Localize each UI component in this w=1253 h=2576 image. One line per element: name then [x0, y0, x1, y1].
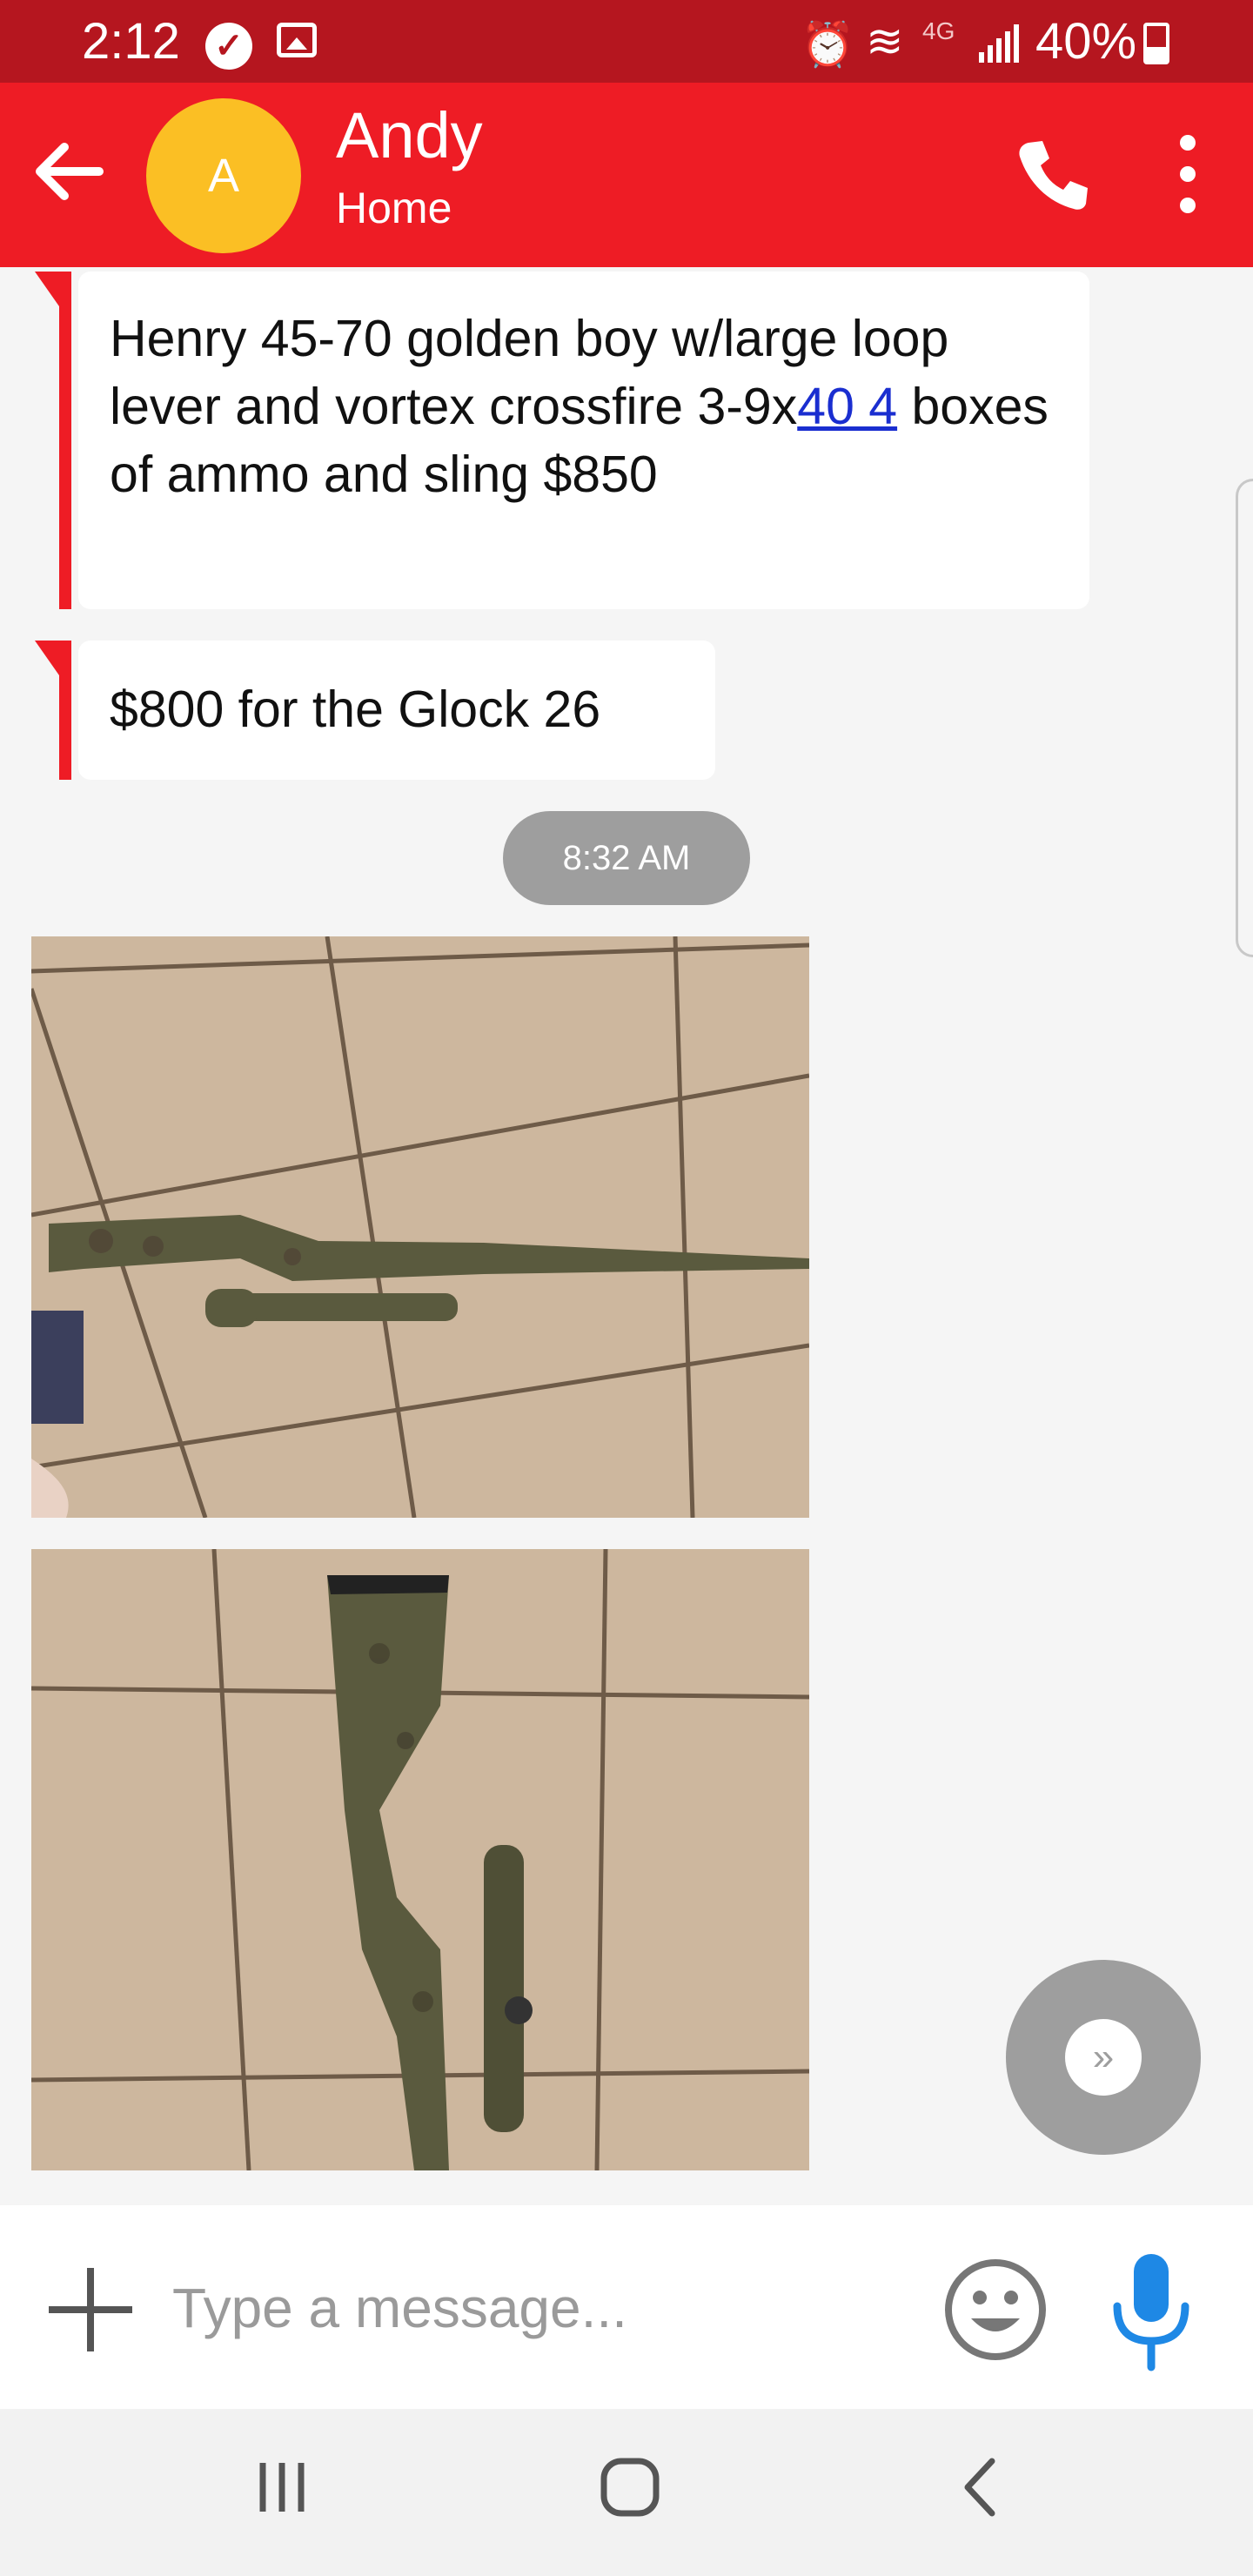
message-bubble-incoming[interactable]: $800 for the Glock 26	[78, 641, 715, 780]
incoming-indicator	[59, 272, 71, 609]
home-icon[interactable]	[578, 2444, 682, 2531]
status-time: 2:12	[82, 13, 180, 70]
message-image-rifle[interactable]	[31, 936, 809, 1518]
timestamp-chip: 8:32 AM	[503, 811, 750, 905]
contact-name[interactable]: Andy	[336, 98, 483, 172]
status-bar: 2:12 ✓ ⏰ ≋ 4G 40%	[0, 0, 1253, 83]
bubble-tail	[35, 641, 59, 675]
message-image-rifle[interactable]	[31, 1549, 809, 2170]
message-bubble-incoming[interactable]: Henry 45-70 golden boy w/large loop leve…	[78, 272, 1089, 609]
emoji-icon[interactable]	[943, 2257, 1048, 2362]
phone-link[interactable]: 40 4	[797, 378, 897, 435]
message-input[interactable]	[171, 2259, 922, 2357]
alarm-icon: ⏰	[801, 20, 855, 69]
more-options-icon[interactable]	[1170, 135, 1205, 222]
conversation-header: A Andy Home	[0, 83, 1253, 267]
bubble-tail	[35, 272, 59, 306]
back-arrow-icon[interactable]	[24, 128, 111, 215]
image-icon	[277, 23, 317, 57]
contact-number-label: Home	[336, 184, 452, 232]
system-navigation-bar	[0, 2409, 1253, 2576]
microphone-icon[interactable]	[1110, 2251, 1192, 2372]
message-text: $800 for the Glock 26	[110, 681, 601, 738]
signal-icon	[979, 24, 1022, 63]
battery-icon	[1143, 23, 1169, 64]
back-icon[interactable]	[929, 2444, 1034, 2531]
plus-icon[interactable]	[49, 2268, 132, 2351]
check-icon: ✓	[205, 23, 252, 70]
recent-apps-icon[interactable]	[230, 2444, 334, 2531]
wifi-icon: ≋	[866, 17, 904, 67]
contact-avatar[interactable]: A	[146, 98, 301, 253]
phone-icon[interactable]	[1009, 131, 1096, 218]
message-composer	[0, 2205, 1253, 2409]
network-type: 4G	[922, 17, 955, 44]
battery-percent: 40%	[1035, 13, 1137, 70]
scroll-indicator[interactable]	[1236, 479, 1253, 957]
scroll-to-bottom-button[interactable]: »	[1006, 1960, 1201, 2155]
double-chevron-down-icon: »	[1065, 2019, 1142, 2096]
incoming-indicator	[59, 641, 71, 780]
